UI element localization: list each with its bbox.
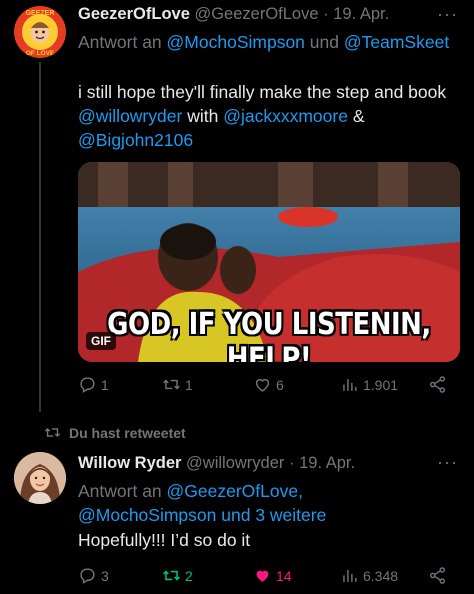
reply-mention-mochosimpson[interactable]: @MochoSimpson [167,32,305,52]
retweet-button[interactable]: 1 [162,375,193,394]
views-chart-icon [343,569,357,582]
reply-mention-mochosimpson[interactable]: @MochoSimpson [78,505,216,525]
tweet-text: Hopefully!!! I’d so do it [78,530,251,550]
separator-dot: · [289,454,295,472]
views-count: 6.348 [363,567,399,584]
tweet-actions: 3 2 14 6.348 [78,566,458,590]
retweet-count: 2 [185,567,193,584]
display-name[interactable]: Willow Ryder [78,454,181,472]
share-icon [429,567,446,584]
reply-button[interactable]: 1 [78,375,109,394]
reply-count: 1 [101,376,109,393]
display-name[interactable]: GeezerOfLove [78,5,190,23]
avatar-willowryder[interactable] [14,452,66,504]
reply-and: und [309,32,339,52]
retweet-count: 1 [185,376,193,393]
reply-count: 3 [101,567,109,584]
reply-icon [80,377,95,393]
tweet-geezeroflove[interactable]: GEEZER OF LOVE GeezerOfLove @GeezerOfLov… [0,0,474,418]
heart-filled-icon [256,570,269,582]
avatar-geezeroflove[interactable]: GEEZER OF LOVE [14,6,66,58]
views-chart-icon [343,378,357,391]
share-button[interactable] [428,375,447,394]
gif-caption: GOD, IF YOU LISTENIN, HELP! [107,307,431,363]
retweeted-indicator: Du hast retweetet [44,424,186,441]
retweeted-label: Du hast retweetet [69,424,186,441]
tweet-text-amp: & [352,106,365,126]
retweet-icon [163,570,180,581]
tweet-date[interactable]: 19. Apr. [299,454,355,472]
gif-media[interactable]: GOD, IF YOU LISTENIN, HELP! GIF [78,162,460,362]
like-count: 14 [276,567,292,584]
like-button-active[interactable]: 14 [253,566,292,585]
reply-prefix: Antwort an [78,32,162,52]
like-count: 6 [276,376,284,393]
tweet-actions: 1 1 6 1.901 [78,375,458,399]
user-handle[interactable]: @GeezerOfLove [194,5,318,23]
reply-more-users[interactable]: und 3 weitere [221,505,326,525]
like-button[interactable]: 6 [253,375,284,394]
mention-bigjohn2106[interactable]: @Bigjohn2106 [78,130,193,150]
tweet-header: GeezerOfLove @GeezerOfLove · 19. Apr. [78,5,389,24]
separator-dot: · [323,5,329,23]
thread-line [39,62,41,412]
share-icon [429,376,446,393]
views-button[interactable]: 1.901 [340,375,398,394]
reply-prefix: Antwort an [78,481,162,501]
user-handle[interactable]: @willowryder [186,454,284,472]
reply-mention-teamskeet[interactable]: @TeamSkeet [344,32,449,52]
tweet-date[interactable]: 19. Apr. [333,5,389,23]
gif-badge: GIF [86,332,116,350]
retweet-button-active[interactable]: 2 [162,566,193,585]
reply-mention-geezeroflove[interactable]: @GeezerOfLove, [167,481,303,501]
tweet-text-with: with [187,106,219,126]
tweet-willowryder[interactable]: Du hast retweetet Willow Ryder @willowry… [0,418,474,594]
reply-to-line: Antwort an @GeezerOfLove, @MochoSimpson … [78,479,460,527]
reply-to-line: Antwort an @MochoSimpson und @TeamSkeet [78,30,460,54]
tweet-text: i still hope they'll finally make the st… [78,80,460,152]
heart-icon [255,378,270,392]
retweet-icon [163,379,180,390]
reply-icon [80,568,95,584]
tweet-header: Willow Ryder @willowryder · 19. Apr. [78,454,355,473]
views-button[interactable]: 6.348 [340,566,398,585]
share-button[interactable] [428,566,447,585]
reply-button[interactable]: 3 [78,566,109,585]
views-count: 1.901 [363,376,399,393]
svg-text:GEEZER: GEEZER [26,10,55,17]
retweet-icon [44,427,61,438]
more-options-icon[interactable]: ··· [437,4,458,25]
more-options-icon[interactable]: ··· [437,452,458,473]
svg-text:OF LOVE: OF LOVE [26,50,55,57]
mention-willowryder[interactable]: @willowryder [78,106,182,126]
tweet-text-part: i still hope they'll finally make the st… [78,82,447,102]
mention-jackxxxmoore[interactable]: @jackxxxmoore [223,106,348,126]
